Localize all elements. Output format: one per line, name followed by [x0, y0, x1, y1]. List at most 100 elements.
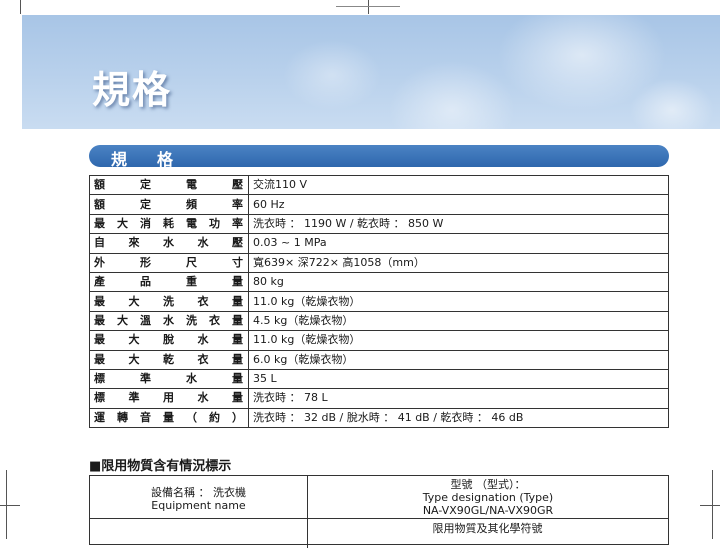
spec-label-char: 電 — [186, 178, 197, 192]
spec-row: 產 品 重 量 80 kg — [89, 271, 669, 293]
crop-mark-right-h — [700, 505, 720, 506]
spec-value: 洗衣時 ： 78 L — [248, 388, 669, 409]
spec-row: 自 來 水 水 壓 0.03 ~ 1 MPa — [89, 233, 669, 254]
spec-value: 0.03 ~ 1 MPa — [248, 233, 669, 254]
spec-value: 35 L — [248, 368, 669, 390]
spec-label-char: 額 — [94, 197, 105, 211]
spec-label-char: 大 — [117, 216, 128, 230]
section-header-bar: 規格 — [89, 145, 669, 169]
spec-label-char: 水 — [197, 236, 209, 250]
spec-row: 最 大 脫 水 量 11.0 kg（乾燥衣物） — [89, 330, 669, 351]
spec-label-char: 頻 — [186, 197, 197, 211]
spec-label-cell: 自來水水壓 — [89, 233, 249, 254]
spec-label-char: 大 — [128, 333, 140, 347]
spec-label-char: 水 — [163, 313, 174, 327]
spec-label-char: （ — [186, 410, 197, 424]
spec-label-char: 量 — [232, 391, 243, 405]
spec-label-char: 最 — [94, 352, 105, 366]
spec-row: 最大溫水洗衣量 4.5 kg（乾燥衣物） — [89, 310, 669, 332]
spec-label-char: 產 — [94, 275, 105, 289]
spec-label: 產品重量 — [90, 273, 248, 291]
spec-label-char: 大 — [117, 313, 128, 327]
table-divider — [90, 518, 668, 519]
spec-label-char: 壓 — [232, 178, 243, 192]
spec-label-char: 功 — [209, 216, 220, 230]
spec-label-char: 衣 — [197, 294, 209, 308]
spec-row: 標 準 用 水 量洗衣時 ： 78 L — [89, 388, 669, 409]
type-designation-en: Type designation (Type) — [422, 491, 554, 504]
spec-label-char: 定 — [140, 197, 151, 211]
spec-row: 最 大 洗 衣 量 11.0 kg（乾燥衣物） — [89, 291, 669, 312]
crop-mark-top — [368, 0, 369, 14]
spec-label-char: 定 — [140, 178, 151, 192]
equipment-name-en: Equipment name — [151, 499, 246, 512]
restricted-substances-heading: ■限用物質含有情況標示 — [89, 459, 232, 474]
spec-row: 標 準 水 量 35 L — [89, 368, 669, 390]
type-designation-cell: 型號 （型式）： Type designation (Type) NA-VX90… — [307, 476, 668, 518]
section-header-title: 規格 — [111, 150, 204, 169]
spec-label: 運轉音量 （ 約 ） — [90, 409, 248, 427]
spec-label: 自來水水壓 — [90, 234, 248, 252]
spec-label-char: 尺 — [186, 255, 197, 269]
spec-label-char: 重 — [186, 275, 197, 289]
spec-label-char: 水 — [186, 372, 197, 386]
spec-label-char: 量 — [232, 313, 243, 327]
spec-label-char: 大 — [128, 294, 140, 308]
spec-label-cell: 額定頻率 — [89, 194, 249, 215]
spec-label: 最大溫水洗衣量 — [90, 312, 248, 330]
spec-row: 額 定 電 壓交流110 V — [89, 174, 669, 196]
spec-label-char: 約 — [209, 410, 220, 424]
spec-label: 外形尺寸 — [90, 254, 248, 272]
spec-label-char: 大 — [128, 352, 140, 366]
spec-label: 最大洗衣量 — [90, 293, 248, 311]
spec-label-char: 最 — [94, 313, 105, 327]
spec-label-char: 運 — [94, 410, 105, 424]
page-title: 規格 — [92, 68, 173, 112]
spec-label-char: 電 — [186, 216, 197, 230]
spec-label-char: 額 — [94, 178, 105, 192]
spec-row: 最大消耗電功率洗衣時 ： 1190 W / 乾衣時 ： 850 W — [89, 213, 669, 235]
spec-label: 最大乾衣量 — [90, 351, 248, 369]
spec-label-char: 準 — [128, 391, 140, 405]
spec-label-cell: 運轉音量 （ 約 ） — [89, 407, 249, 429]
spec-label-cell: 產品重量 — [89, 271, 249, 293]
spec-label-char: 乾 — [163, 352, 174, 366]
spec-label: 最大消耗電功率 — [90, 215, 248, 233]
spec-label-char: 壓 — [232, 236, 243, 250]
spec-value: 11.0 kg（乾燥衣物） — [248, 291, 669, 312]
spec-label-char: 水 — [197, 391, 209, 405]
spec-label-char: 標 — [94, 391, 105, 405]
spec-label-char: 洗 — [186, 313, 197, 327]
crop-mark-left-h — [0, 505, 20, 506]
spec-label-char: 水 — [197, 333, 209, 347]
spec-label-char: 率 — [232, 197, 243, 211]
spec-label-char: 水 — [163, 236, 174, 250]
type-designation-zh: 型號 （型式）： — [450, 478, 526, 491]
spec-label-char: 量 — [232, 275, 243, 289]
crop-mark-top-h — [336, 6, 400, 7]
spec-label: 額定頻率 — [90, 196, 248, 214]
header-banner: 規格 — [22, 15, 720, 129]
spec-label-char: 品 — [140, 275, 151, 289]
spec-label-char: 量 — [232, 294, 243, 308]
spec-label: 標準用水量 — [90, 389, 248, 407]
spec-label-char: 形 — [140, 255, 151, 269]
spec-label-cell: 最大洗衣量 — [89, 291, 249, 312]
spec-label-char: 洗 — [163, 294, 174, 308]
spec-label-cell: 最大脫水量 — [89, 330, 249, 351]
spec-label-char: 準 — [140, 372, 151, 386]
spec-label-char: 脫 — [163, 333, 174, 347]
spec-label-char: 來 — [128, 236, 140, 250]
spec-value: 4.5 kg（乾燥衣物） — [248, 310, 669, 332]
spec-label-char: 轉 — [117, 410, 128, 424]
spec-label-char: 率 — [232, 216, 243, 230]
spec-label-char: 用 — [163, 391, 174, 405]
crop-mark-top-left — [20, 0, 21, 14]
spec-value: 80 kg — [248, 271, 669, 293]
spec-label: 標準水量 — [90, 370, 248, 388]
spec-value: 60 Hz — [248, 194, 669, 215]
equipment-name-zh: 設備名稱 ： 洗衣機 — [151, 486, 246, 499]
spec-label-char: 自 — [94, 236, 105, 250]
spec-label-char: 最 — [94, 216, 105, 230]
spec-label-cell: 標準用水量 — [89, 388, 249, 409]
